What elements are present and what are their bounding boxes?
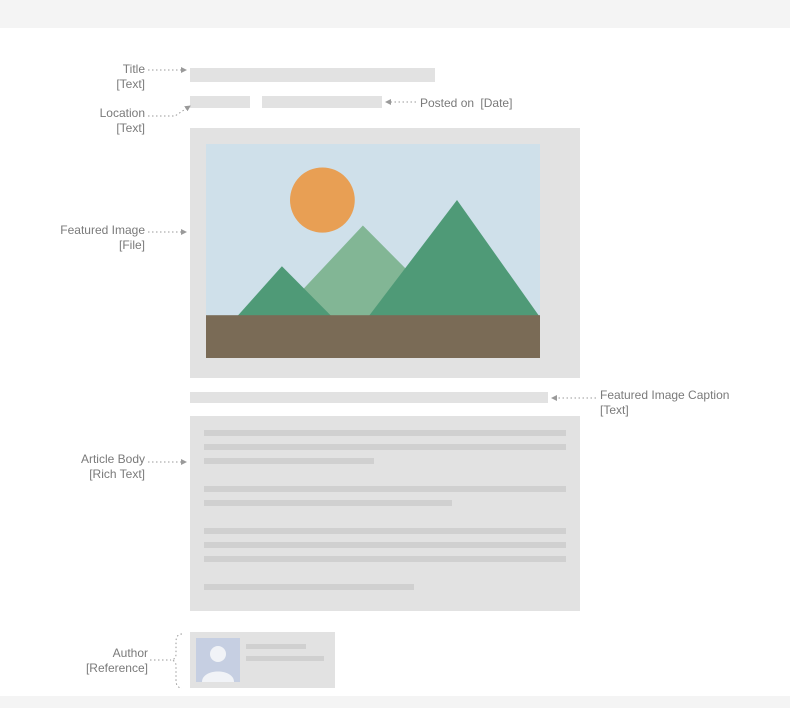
featured-image-illustration bbox=[206, 144, 540, 358]
bottom-bar bbox=[0, 696, 790, 708]
annot-title: Title [Text] bbox=[70, 62, 145, 92]
caption-placeholder bbox=[190, 392, 548, 403]
annot-author: Author [Reference] bbox=[58, 646, 148, 676]
annot-featimg-type: [File] bbox=[30, 238, 145, 253]
annot-location-label: Location bbox=[100, 106, 145, 120]
article-body-block bbox=[190, 416, 580, 611]
annot-caption: Featured Image Caption [Text] bbox=[600, 388, 729, 418]
annot-body-label: Article Body bbox=[81, 452, 145, 466]
location-placeholder bbox=[190, 96, 250, 108]
annot-postedon-type: [Date] bbox=[480, 96, 512, 110]
sun-icon bbox=[290, 167, 355, 232]
top-bar bbox=[0, 0, 790, 28]
title-placeholder bbox=[190, 68, 435, 82]
annot-location-type: [Text] bbox=[60, 121, 145, 136]
posted-on-placeholder bbox=[262, 96, 382, 108]
featured-image-block bbox=[190, 128, 580, 378]
annot-posted-on: Posted on [Date] bbox=[420, 96, 512, 111]
annot-featured-image: Featured Image [File] bbox=[30, 223, 145, 253]
annot-caption-type: [Text] bbox=[600, 403, 729, 418]
avatar-icon bbox=[196, 638, 240, 682]
annot-author-label: Author bbox=[113, 646, 148, 660]
annot-body-type: [Rich Text] bbox=[50, 467, 145, 482]
annot-featimg-label: Featured Image bbox=[60, 223, 145, 237]
diagram-stage: Title [Text] Posted on [Date] Location [… bbox=[0, 28, 790, 708]
annot-title-label: Title bbox=[123, 62, 145, 76]
annot-location: Location [Text] bbox=[60, 106, 145, 136]
annot-title-type: [Text] bbox=[70, 77, 145, 92]
author-block bbox=[190, 632, 335, 688]
annot-postedon-label: Posted on bbox=[420, 96, 474, 110]
annot-author-type: [Reference] bbox=[58, 661, 148, 676]
annot-body: Article Body [Rich Text] bbox=[50, 452, 145, 482]
annot-caption-label: Featured Image Caption bbox=[600, 388, 729, 402]
ground-icon bbox=[206, 315, 540, 358]
